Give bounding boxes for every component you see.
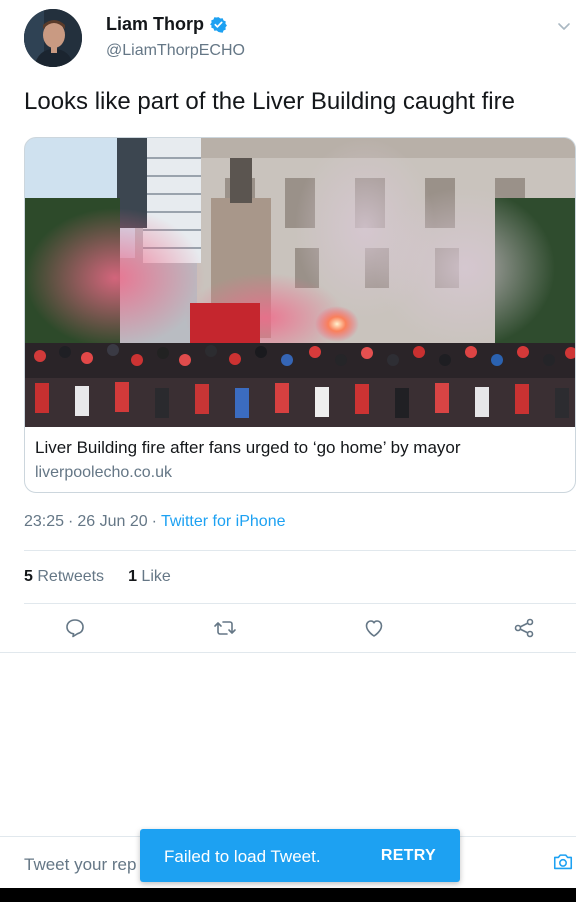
tweet-date: 26 Jun 20 [77,513,148,530]
verified-badge-icon [210,17,227,33]
error-toast: Failed to load Tweet. RETRY [140,829,460,882]
reply-input[interactable]: Tweet your rep [24,855,136,875]
tweet-stats: 5 Retweets 1 Like [24,568,171,586]
meta-separator: · [151,513,157,530]
retweets-stat[interactable]: 5 Retweets [24,568,104,586]
tweet-header: Liam Thorp @LiamThorpECHO [0,0,576,80]
divider [0,652,576,653]
name-row: Liam Thorp [106,14,227,35]
link-card[interactable]: Liver Building fire after fans urged to … [24,137,576,493]
share-icon[interactable] [512,616,536,640]
divider [24,603,576,604]
tweet-text: Looks like part of the Liver Building ca… [24,88,515,115]
like-icon[interactable] [362,616,386,640]
reply-icon[interactable] [63,616,87,640]
likes-count: 1 [128,568,137,585]
meta-separator: · [68,513,74,530]
tweet-time: 23:25 [24,513,65,530]
camera-icon[interactable] [552,851,574,873]
toast-message: Failed to load Tweet. [164,847,321,866]
likes-stat[interactable]: 1 Like [128,568,171,586]
tweet-source-link[interactable]: Twitter for iPhone [161,513,286,530]
card-title[interactable]: Liver Building fire after fans urged to … [35,438,565,458]
card-domain: liverpoolecho.co.uk [35,464,172,481]
author-display-name[interactable]: Liam Thorp [106,14,204,35]
system-nav-bar [0,888,576,902]
chevron-down-icon[interactable] [556,18,572,34]
author-avatar[interactable] [24,9,82,67]
retweets-count: 5 [24,568,33,585]
retweets-label: Retweets [37,568,105,585]
avatar-image [24,9,82,67]
likes-label: Like [141,568,171,585]
divider [24,550,576,551]
card-image[interactable] [25,138,576,427]
author-handle[interactable]: @LiamThorpECHO [106,42,245,60]
retry-button[interactable]: RETRY [381,847,436,865]
retweet-icon[interactable] [213,616,237,640]
tweet-meta: 23:25 · 26 Jun 20 · Twitter for iPhone [24,513,285,531]
